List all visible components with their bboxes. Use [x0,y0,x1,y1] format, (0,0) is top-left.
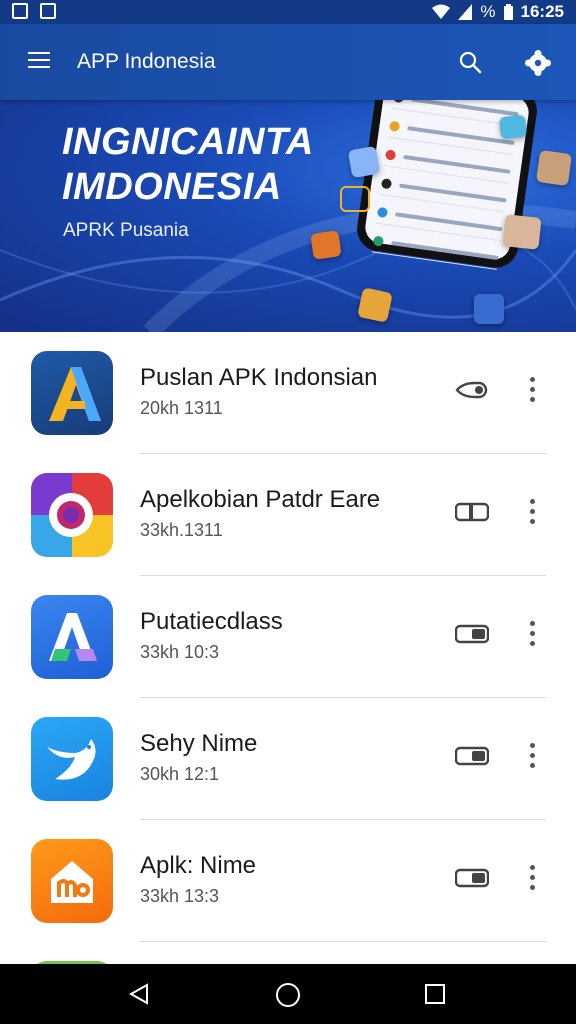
list-item[interactable]: Apelkobian Patdr Eare 33kh.1311 [0,454,576,576]
list-item[interactable]: Aplk: Nime 33kh 13:3 [0,820,576,942]
system-nav-bar [0,964,576,1024]
app-notification-icon [40,3,56,19]
app-name: Apelkobian Patdr Eare [140,486,381,513]
clock: 16:25 [520,2,564,21]
gallery-notification-icon [12,3,28,19]
chat-card-icon [498,114,528,140]
chrome-like-icon [31,473,113,557]
battery-percent: % [480,2,496,21]
app-list: Puslan APK Indonsian 20kh 1311 Apelkobia… [0,332,576,964]
avatar-photo-icon [502,214,542,250]
app-meta: 30kh 12:1 [140,764,220,784]
app-bar: APP Indonesia [0,24,576,100]
more-options-icon[interactable] [522,865,542,893]
banner-title-line2: IMDONESIA [62,166,282,208]
app-meta: 33kh 13:3 [140,886,220,906]
banner-title-line1: INGNICAINTA [62,121,314,163]
list-item[interactable]: Putatiecdlass 33kh 10:3 [0,576,576,698]
wifi-icon [432,4,451,19]
home-m-icon [31,839,113,923]
more-options-icon[interactable] [522,743,542,771]
yellow-card-icon [357,287,393,323]
toggle-icon[interactable] [453,380,491,400]
status-bar: % 16:25 [0,0,576,24]
app-meta: 33kh.1311 [140,520,223,540]
page-title: APP Indonesia [77,50,216,73]
banner-subtitle: APRK Pusania [63,220,189,241]
more-options-icon[interactable] [522,499,542,527]
orange-card-icon [310,230,342,260]
app-name: Aplk: Nime [140,852,257,879]
bird-icon [31,717,113,801]
battery-icon [503,4,513,20]
promo-banner[interactable]: INGNICAINTA IMDONESIA APRK Pusania [0,100,576,332]
recents-icon[interactable] [425,984,445,1004]
app-name: Sehy Nime [140,730,258,757]
more-options-icon[interactable] [522,621,542,649]
list-item[interactable] [0,942,576,964]
app-meta: 33kh 10:3 [140,642,220,662]
list-item[interactable]: Puslan APK Indonsian 20kh 1311 [0,332,576,454]
list-item[interactable]: Sehy Nime 30kh 12:1 [0,698,576,820]
arrow-a-icon [31,351,113,435]
search-icon[interactable] [458,50,482,74]
folder-card-icon [340,186,370,212]
blue-card-icon [474,294,504,324]
toggle-icon[interactable] [455,746,489,766]
app-name: Puslan APK Indonsian [140,364,378,391]
home-icon[interactable] [276,983,300,1007]
app-meta: 20kh 1311 [140,398,223,418]
menu-icon[interactable] [28,52,50,70]
avatar-photo2-icon [535,149,573,187]
settings-icon[interactable] [525,50,551,76]
toggle-icon[interactable] [455,868,489,888]
signal-icon [458,4,473,20]
more-options-icon[interactable] [522,377,542,405]
a-letter-icon [31,595,113,679]
toggle-icon[interactable] [455,502,489,522]
banner-title: INGNICAINTA IMDONESIA [62,120,314,210]
back-icon[interactable] [128,983,150,1005]
toggle-icon[interactable] [455,624,489,644]
avatar-card-icon [347,145,381,179]
app-name: Putatiecdlass [140,608,283,635]
